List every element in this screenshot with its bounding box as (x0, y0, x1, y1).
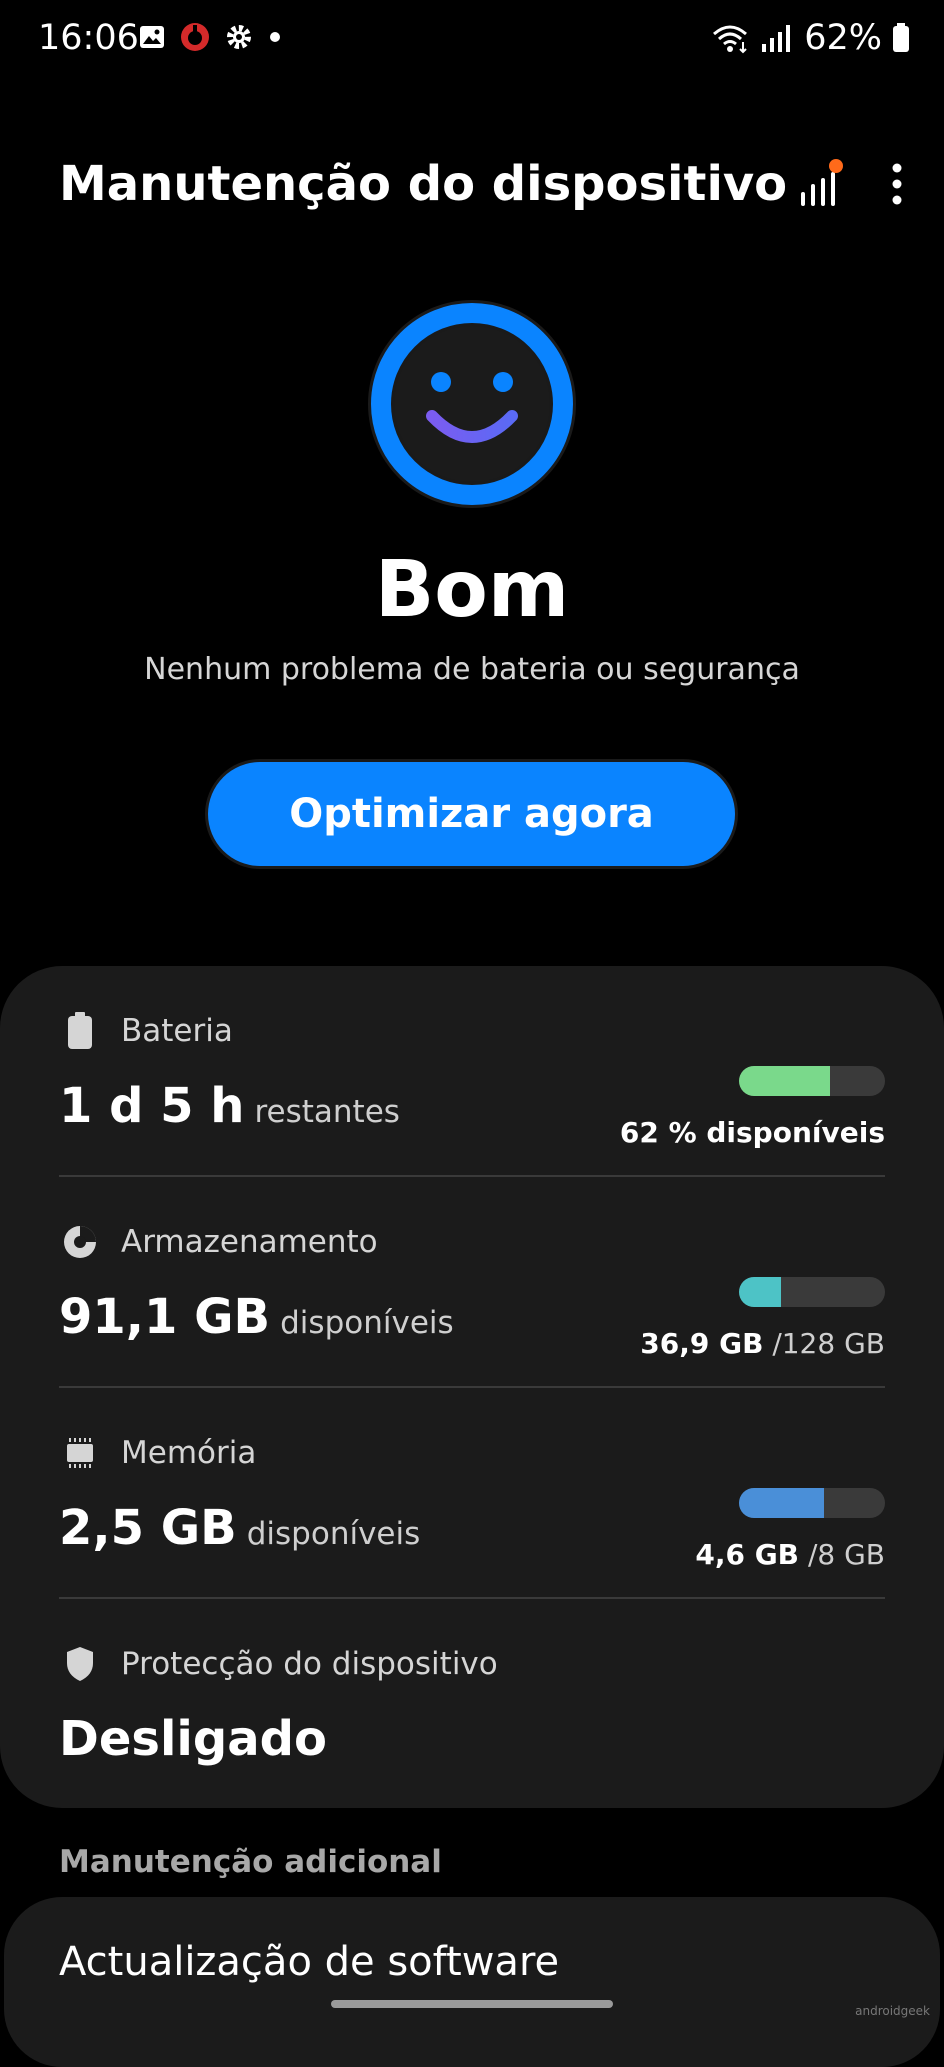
storage-label: Armazenamento (121, 1224, 378, 1260)
battery-percent: 62% (804, 18, 882, 58)
battery-icon (893, 23, 909, 52)
app-notification-icon (181, 23, 209, 51)
dot-icon (270, 32, 280, 42)
wifi-icon (713, 25, 748, 54)
divider (59, 1386, 885, 1388)
software-update-label: Actualização de software (59, 1939, 560, 1985)
status-label: Bom (374, 545, 570, 635)
memory-progress-fill (739, 1488, 824, 1518)
stats-icon[interactable] (798, 158, 844, 210)
home-indicator[interactable] (331, 2000, 613, 2008)
battery-row[interactable]: Bateria 1 d 5 h restantes 62 % disponíve… (59, 1010, 885, 1149)
app-bar: Manutenção do dispositivo (59, 150, 904, 222)
storage-progress-bar (739, 1277, 885, 1307)
memory-used: 4,6 GB (695, 1538, 800, 1571)
status-time: 16:06 (38, 18, 139, 58)
memory-label: Memória (121, 1435, 257, 1471)
storage-used: 36,9 GB (640, 1327, 764, 1360)
more-options-icon[interactable] (890, 162, 904, 206)
memory-unit: disponíveis (246, 1516, 421, 1552)
status-bar: 16:06 62% (0, 0, 944, 80)
storage-icon (59, 1221, 101, 1263)
battery-icon (59, 1010, 101, 1052)
battery-progress-bar (739, 1066, 885, 1096)
divider (59, 1175, 885, 1177)
memory-total: /8 GB (807, 1538, 885, 1571)
protection-row[interactable]: Protecção do dispositivo Desligado (59, 1643, 885, 1767)
notification-icons (138, 22, 282, 52)
storage-unit: disponíveis (280, 1305, 454, 1341)
app-bar-actions (798, 158, 904, 210)
storage-progress-fill (739, 1277, 782, 1307)
storage-value: 91,1 GB (59, 1289, 271, 1345)
page-title: Manutenção do dispositivo (59, 156, 788, 212)
optimize-now-button[interactable]: Optimizar agora (208, 762, 735, 866)
gallery-icon (140, 26, 164, 48)
maintenance-card: Bateria 1 d 5 h restantes 62 % disponíve… (0, 966, 944, 1808)
software-update-card[interactable]: Actualização de software (4, 1897, 940, 2067)
storage-total: /128 GB (772, 1327, 885, 1360)
battery-progress-fill (739, 1066, 830, 1096)
status-face-icon (368, 300, 576, 508)
status-description: Nenhum problema de bateria ou segurança (144, 652, 800, 687)
signal-icon (762, 25, 791, 52)
status-right: 62% (710, 18, 910, 58)
watermark: androidgeek (855, 2004, 930, 2018)
battery-unit: restantes (254, 1094, 400, 1130)
divider (59, 1597, 885, 1599)
storage-row[interactable]: Armazenamento 91,1 GB disponíveis 36,9 G… (59, 1221, 885, 1360)
memory-row[interactable]: Memória 2,5 GB disponíveis 4,6 GB /8 GB (59, 1432, 885, 1571)
protection-value: Desligado (59, 1711, 327, 1767)
shield-icon (59, 1643, 101, 1685)
settings-icon (227, 25, 251, 49)
memory-chip-icon (59, 1432, 101, 1474)
battery-value: 1 d 5 h (59, 1078, 245, 1134)
protection-label: Protecção do dispositivo (121, 1646, 498, 1682)
section-additional-maintenance: Manutenção adicional (59, 1844, 442, 1880)
battery-summary: 62 % disponíveis (619, 1116, 885, 1149)
memory-progress-bar (739, 1488, 885, 1518)
memory-value: 2,5 GB (59, 1500, 237, 1556)
battery-label: Bateria (121, 1013, 233, 1049)
